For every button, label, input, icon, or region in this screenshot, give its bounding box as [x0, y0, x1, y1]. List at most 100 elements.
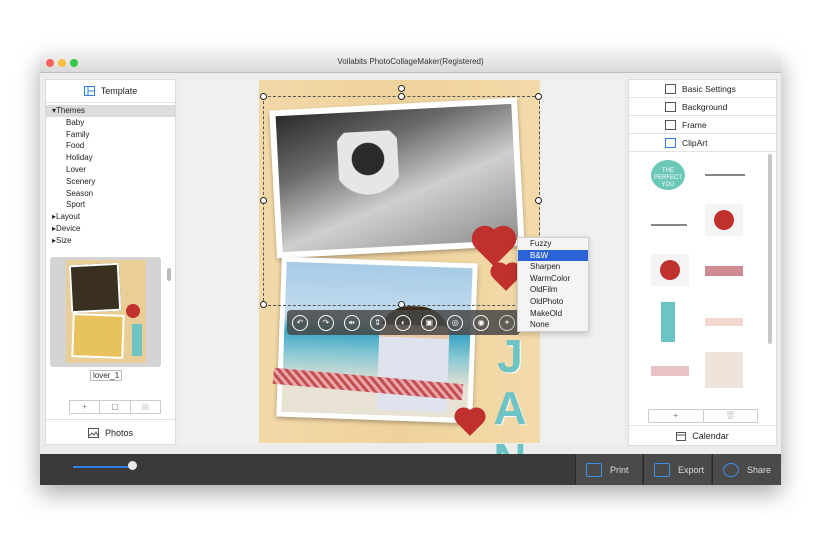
clipart-pin[interactable]: [651, 224, 687, 226]
print-label: Print: [610, 464, 629, 475]
basic-settings-icon: [665, 83, 676, 94]
menu-item-none[interactable]: None: [518, 319, 588, 331]
app-window: Voilabits PhotoCollageMaker(Registered) …: [40, 55, 781, 485]
template-preview-image: [66, 260, 146, 363]
clipart-heart-1[interactable]: [705, 204, 743, 236]
copy-template-button[interactable]: ▢: [100, 401, 131, 413]
share-icon: [723, 462, 739, 477]
zoom-slider-knob[interactable]: [128, 461, 137, 470]
print-icon: [586, 462, 602, 477]
tree-item-holiday[interactable]: Holiday: [46, 152, 175, 164]
redo-icon[interactable]: ↷: [317, 314, 334, 331]
undo-icon[interactable]: ↶: [291, 314, 308, 331]
template-thumbnail[interactable]: [50, 257, 161, 367]
clipart-grid: THE PERFECT YOU: [629, 152, 769, 404]
tree-category-device[interactable]: ▸Device: [46, 223, 175, 235]
selection-box: [263, 96, 540, 306]
delete-clipart-button[interactable]: 🗑: [704, 410, 758, 422]
share-button[interactable]: Share: [712, 454, 781, 485]
collage-page[interactable]: JAN ↶ ↷ ⇹ ⇕ ◐ ▣ ◎ ◉ ✦ Fuzzy B&W Sharpen …: [259, 80, 589, 485]
tree-item-scenery[interactable]: Scenery: [46, 176, 175, 188]
tab-background[interactable]: Background: [629, 98, 776, 116]
border-icon[interactable]: ◉: [473, 314, 490, 331]
calendar-label: Calendar: [692, 431, 729, 441]
print-button[interactable]: Print: [575, 454, 642, 485]
photos-tab[interactable]: Photos: [46, 419, 175, 445]
heart-sticker-bottom[interactable]: [457, 410, 483, 436]
clipart-flowers[interactable]: [705, 352, 743, 388]
title-bar: Voilabits PhotoCollageMaker(Registered): [40, 55, 781, 73]
template-tab[interactable]: Template: [46, 80, 175, 103]
crop-icon[interactable]: ◐: [395, 314, 412, 331]
menu-item-warmcolor[interactable]: WarmColor: [518, 273, 588, 285]
tree-item-food[interactable]: Food: [46, 140, 175, 152]
menu-item-bw[interactable]: B&W: [518, 249, 588, 262]
theme-tree: ▾Themes Baby Family Food Holiday Lover S…: [46, 105, 175, 247]
template-scrollbar[interactable]: [167, 268, 171, 281]
template-label: Template: [100, 86, 138, 96]
tab-basic-settings[interactable]: Basic Settings: [629, 80, 776, 98]
menu-item-oldphoto[interactable]: OldPhoto: [518, 296, 588, 308]
export-icon: [654, 462, 670, 477]
menu-item-oldfilm[interactable]: OldFilm: [518, 284, 588, 296]
effects-icon[interactable]: ✦: [498, 314, 515, 331]
resize-handle-bottom[interactable]: [398, 301, 405, 308]
delete-template-button[interactable]: ▤: [131, 401, 160, 413]
canvas-area: JAN ↶ ↷ ⇹ ⇕ ◐ ▣ ◎ ◉ ✦ Fuzzy B&W Sharpen …: [179, 79, 624, 485]
resize-handle-left[interactable]: [260, 197, 267, 204]
template-panel: Template ▾Themes Baby Family Food Holida…: [45, 79, 176, 445]
tree-category-layout[interactable]: ▸Layout: [46, 211, 175, 223]
tree-item-family[interactable]: Family: [46, 129, 175, 141]
clipart-icon: [665, 137, 676, 148]
clipart-heart-2[interactable]: [651, 254, 689, 286]
template-name: lover_1: [90, 370, 123, 381]
effects-menu: Fuzzy B&W Sharpen WarmColor OldFilm OldP…: [517, 237, 589, 332]
template-toolbar: + ▢ ▤: [69, 400, 161, 414]
resize-handle-top[interactable]: [398, 93, 405, 100]
menu-item-fuzzy[interactable]: Fuzzy: [518, 238, 588, 250]
window-title: Voilabits PhotoCollageMaker(Registered): [337, 57, 484, 66]
flip-horizontal-icon[interactable]: ⇹: [343, 314, 360, 331]
menu-item-makeold[interactable]: MakeOld: [518, 308, 588, 320]
clipart-ribbon[interactable]: [705, 266, 743, 276]
export-label: Export: [678, 464, 705, 475]
share-label: Share: [747, 464, 772, 475]
resize-handle-top-left[interactable]: [260, 93, 267, 100]
tree-category-size[interactable]: ▸Size: [46, 235, 175, 247]
resize-handle-bottom-left[interactable]: [260, 301, 267, 308]
tree-item-lover[interactable]: Lover: [46, 164, 175, 176]
photos-label: Photos: [104, 427, 134, 438]
menu-item-sharpen[interactable]: Sharpen: [518, 261, 588, 273]
adjust-icon[interactable]: ◎: [447, 314, 464, 331]
calendar-tab[interactable]: Calendar: [629, 425, 776, 446]
bottom-toolbar: Print Export Share: [40, 454, 781, 485]
flip-vertical-icon[interactable]: ⇕: [369, 314, 386, 331]
lock-icon[interactable]: ▣: [421, 314, 438, 331]
resize-handle-right[interactable]: [535, 197, 542, 204]
add-clipart-button[interactable]: +: [649, 410, 704, 422]
resize-handle-top-right[interactable]: [535, 93, 542, 100]
rotate-handle[interactable]: [398, 85, 405, 92]
clipart-tape[interactable]: [651, 366, 689, 376]
export-button[interactable]: Export: [643, 454, 711, 485]
clipart-toolbar: + 🗑: [648, 409, 758, 423]
clipart-jan-letters[interactable]: [661, 302, 675, 342]
background-icon: [665, 101, 676, 112]
photos-icon: [87, 427, 99, 438]
frame-icon: [665, 119, 676, 130]
zoom-slider[interactable]: [73, 466, 132, 468]
tree-item-season[interactable]: Season: [46, 188, 175, 200]
tree-category-themes[interactable]: ▾Themes: [46, 105, 175, 117]
clipart-pin-line[interactable]: [705, 174, 745, 176]
clipart-badge[interactable]: THE PERFECT YOU: [651, 160, 685, 190]
tab-frame[interactable]: Frame: [629, 116, 776, 134]
calendar-icon: [676, 432, 687, 441]
template-icon: [83, 86, 95, 96]
add-template-button[interactable]: +: [70, 401, 101, 413]
tree-item-baby[interactable]: Baby: [46, 117, 175, 129]
clipart-pink-strip[interactable]: [705, 318, 743, 326]
clipart-scrollbar[interactable]: [768, 154, 772, 344]
photo-edit-toolbar: ↶ ↷ ⇹ ⇕ ◐ ▣ ◎ ◉ ✦: [287, 310, 520, 335]
tab-clipart[interactable]: ClipArt: [629, 134, 776, 152]
tree-item-sport[interactable]: Sport: [46, 199, 175, 211]
